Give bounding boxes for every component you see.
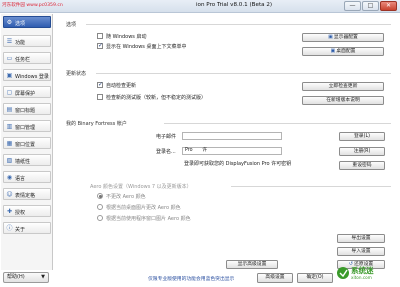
main-panel: 选项 随 Windows 启动 显示在 Windows 桌面上下文菜单中 ▣显示… <box>56 14 396 270</box>
sidebar-item-about[interactable]: ⓘ 关于 <box>3 222 51 234</box>
sidebar-item-taskbar[interactable]: ▭ 任务栏 <box>3 52 51 64</box>
startup-checkbox[interactable] <box>97 33 103 39</box>
show-advanced-button[interactable]: 显示高级设置 <box>226 260 278 269</box>
close-button[interactable]: ✕ <box>380 1 397 11</box>
sidebar-item-label: 语言 <box>15 175 26 182</box>
title-bar: 河东软件园 www.pc0359.cn ion Pro Trial v8.0.1… <box>0 0 400 13</box>
aero-option-none[interactable] <box>97 193 103 199</box>
monitor-icon: ▢ <box>6 89 13 96</box>
sidebar-item-language[interactable]: ◉ 语言 <box>3 171 51 183</box>
divider <box>96 73 391 74</box>
maximize-button[interactable]: □ <box>362 1 379 11</box>
register-button[interactable]: 注册(R) <box>339 147 385 156</box>
minimize-button[interactable]: — <box>344 1 361 11</box>
advanced-settings-button[interactable]: 高级设置 <box>257 273 293 283</box>
info-icon: ⓘ <box>6 225 13 232</box>
gear-icon: ⚙ <box>6 19 13 26</box>
pro-features-note: 仅限专业版使用的功能会用蓝色突出显示 <box>148 277 235 282</box>
export-settings-button[interactable]: 导出设置 <box>337 234 385 243</box>
site-logo: 系统迷 xiton.com <box>336 262 386 286</box>
startup-label: 随 Windows 启动 <box>106 34 147 40</box>
sidebar-item-features[interactable]: ☰ 功能 <box>3 35 51 47</box>
watermark-text: 河东软件园 www.pc0359.cn <box>2 3 63 8</box>
key-icon: ✚ <box>6 208 13 215</box>
sidebar-item-label: 关于 <box>15 226 26 233</box>
aero-option-label: 根据当前桌面图片更改 Aero 颜色 <box>106 205 181 211</box>
sidebar-item-label: 任务栏 <box>15 56 31 63</box>
wallpaper-icon: ▧ <box>6 157 13 164</box>
monitor-icon: ▣ <box>328 34 333 40</box>
sidebar-item-screensaver[interactable]: ▢ 屏幕保护 <box>3 86 51 98</box>
sidebar-item-label: Windows 登录 <box>15 73 49 80</box>
aero-option-app-window[interactable] <box>97 215 103 221</box>
sidebar-item-label: 选项 <box>15 20 26 27</box>
desktop-config-button[interactable]: ▣桌面配置 <box>302 47 384 56</box>
logo-domain: xiton.com <box>351 275 372 280</box>
aero-option-wallpaper[interactable] <box>97 204 103 210</box>
sidebar-item-label: 屏幕保护 <box>15 90 36 97</box>
sidebar-item-windows-logon[interactable]: ▣ Windows 登录 <box>3 69 51 81</box>
changelog-button[interactable]: 在新增版本说明 <box>302 96 384 105</box>
check-updates-button[interactable]: 立即检查更新 <box>302 82 384 91</box>
import-settings-button[interactable]: 导入设置 <box>337 247 385 256</box>
taskbar-icon: ▭ <box>6 55 13 62</box>
sidebar-item-label: 表情定格 <box>15 192 36 199</box>
updates-heading: 更新状态 <box>66 71 87 77</box>
sidebar-item-label: 墙纸性 <box>15 158 31 165</box>
sidebar-item-window-management[interactable]: ▥ 窗口管理 <box>3 120 51 132</box>
tray-label: 显示在 Windows 桌面上下文菜单中 <box>106 44 187 50</box>
window-title: ion Pro Trial v8.0.1 (Beta 2) <box>196 2 273 8</box>
aero-option-label: 根据当前使用程序窗口图片 Aero 颜色 <box>106 216 191 222</box>
sidebar-item-window-position[interactable]: ▦ 窗口位置 <box>3 137 51 149</box>
email-field[interactable] <box>182 132 282 140</box>
options-heading: 选项 <box>66 22 77 28</box>
sidebar-item-options[interactable]: ⚙ 选项 <box>3 16 51 28</box>
emoji-icon: ☺ <box>6 191 13 198</box>
reset-password-button[interactable]: 重设密码 <box>339 161 385 170</box>
email-label: 电子邮件 <box>156 134 177 140</box>
account-heading: 我的 Binary Fortress 帐户 <box>66 121 127 127</box>
desktop-icon: ▣ <box>330 48 336 54</box>
sidebar-item-label: 授权 <box>15 209 26 216</box>
aero-option-label: 不更改 Aero 颜色 <box>106 194 146 200</box>
window-position-icon: ▦ <box>6 140 13 147</box>
auto-update-checkbox[interactable] <box>97 81 103 88</box>
sidebar-item-emoji[interactable]: ☺ 表情定格 <box>3 188 51 200</box>
lock-icon: ▣ <box>6 72 13 79</box>
display-config-button[interactable]: ▣显示器配置 <box>302 33 384 42</box>
ok-button[interactable]: 确定(O) <box>297 273 333 283</box>
sidebar-item-title-bar[interactable]: ▤ 窗口标题 <box>3 103 51 115</box>
login-button[interactable]: 登录(L) <box>339 132 385 141</box>
help-button[interactable]: 帮助(H) ▼ <box>3 272 49 283</box>
account-note: 登录即可获取您的 DisplayFusion Pro 许可密钥 <box>184 161 292 167</box>
sidebar-item-label: 窗口位置 <box>15 141 36 148</box>
aero-heading: Aero 颜色设置（Windows 7 以及更新版本） <box>90 184 192 190</box>
sidebar-item-label: 功能 <box>15 39 26 46</box>
window-icon: ▤ <box>6 106 13 113</box>
password-field[interactable]: Pro 许 <box>182 147 282 155</box>
speech-icon: ◉ <box>6 174 13 181</box>
sidebar-item-label: 窗口管理 <box>15 124 36 131</box>
auto-update-label: 自动检查更新 <box>106 83 137 89</box>
sidebar: ⚙ 选项 ☰ 功能 ▭ 任务栏 ▣ Windows 登录 ▢ 屏幕保护 ▤ 窗口… <box>1 14 53 270</box>
beta-checkbox[interactable] <box>97 94 103 100</box>
sidebar-item-label: 窗口标题 <box>15 107 36 114</box>
sidebar-item-license[interactable]: ✚ 授权 <box>3 205 51 217</box>
beta-label: 检查新的测试版（较新，但不稳定的测试版） <box>106 95 207 101</box>
window-manage-icon: ▥ <box>6 123 13 130</box>
tray-checkbox[interactable] <box>97 42 103 49</box>
chevron-down-icon: ▼ <box>41 274 45 280</box>
list-icon: ☰ <box>6 38 13 45</box>
divider <box>164 123 391 124</box>
password-label: 登录名... <box>156 149 176 155</box>
divider <box>231 186 391 187</box>
divider <box>86 24 391 25</box>
help-button-label: 帮助(H) <box>7 274 25 280</box>
sidebar-item-wallpaper[interactable]: ▧ 墙纸性 <box>3 154 51 166</box>
